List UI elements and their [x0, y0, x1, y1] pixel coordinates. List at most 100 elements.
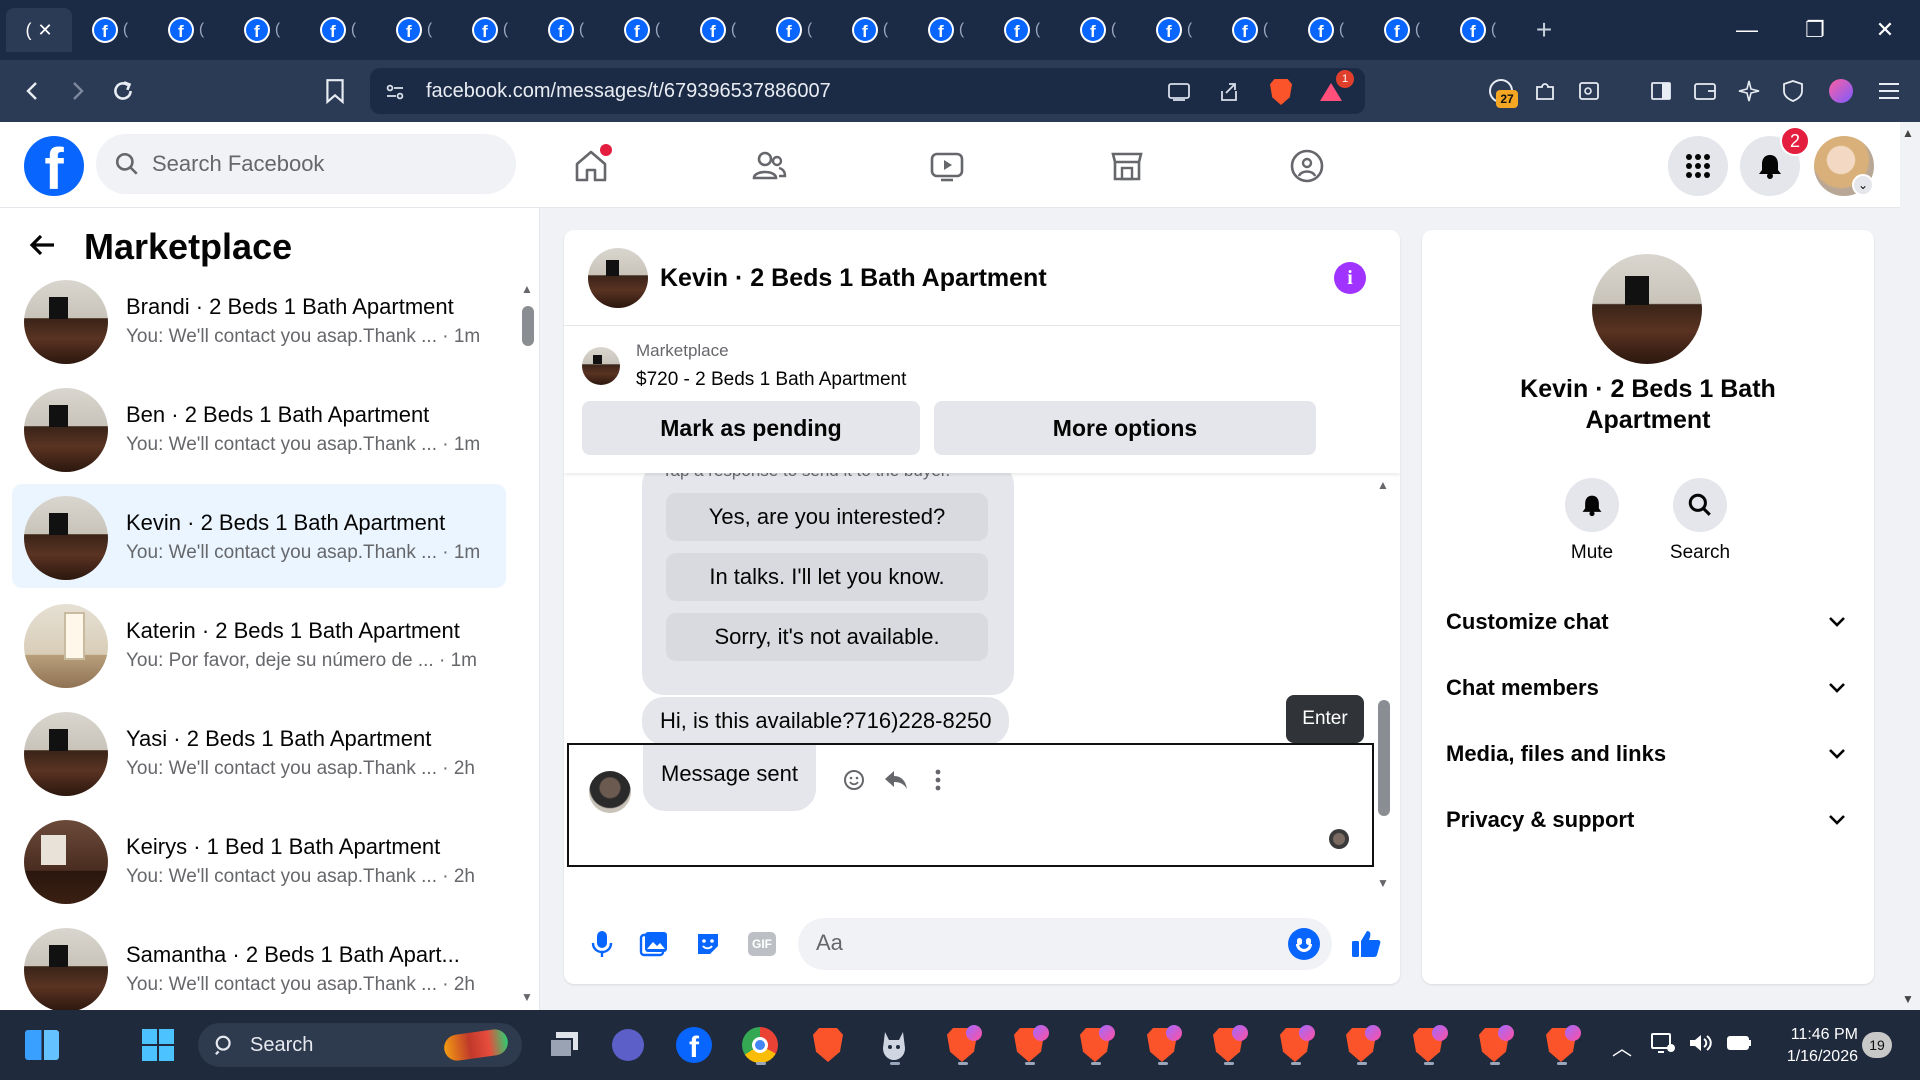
- extensions-puzzle-icon[interactable]: [1530, 76, 1560, 106]
- facebook-app-icon[interactable]: f: [672, 1023, 716, 1067]
- widgets-icon[interactable]: [20, 1023, 64, 1067]
- browser-tab[interactable]: f(: [1136, 8, 1212, 52]
- incoming-message[interactable]: Hi, is this available?716)228-8250: [642, 697, 1010, 745]
- sender-avatar[interactable]: [589, 771, 631, 813]
- conversation-item[interactable]: Katerin · 2 Beds 1 Bath Apartment You: Po…: [12, 592, 506, 696]
- friends-icon[interactable]: [714, 138, 824, 194]
- facebook-logo[interactable]: f: [24, 136, 84, 196]
- search-input[interactable]: [152, 151, 492, 177]
- quick-reply-not-available[interactable]: Sorry, it's not available.: [666, 613, 988, 661]
- cast-icon[interactable]: [1166, 79, 1192, 105]
- taskbar-search[interactable]: Search: [198, 1023, 522, 1067]
- sidebar-scrollbar[interactable]: [522, 306, 534, 346]
- chat-title[interactable]: Kevin · 2 Beds 1 Bath Apartment: [660, 264, 1047, 293]
- info-icon[interactable]: i: [1334, 262, 1366, 294]
- facebook-search[interactable]: [96, 134, 516, 194]
- show-hidden-icons-chevron[interactable]: ︿: [1612, 1032, 1632, 1061]
- listing-thumbnail[interactable]: [582, 347, 620, 385]
- url-text[interactable]: facebook.com/messages/t/679396537886007: [426, 80, 831, 103]
- video-icon[interactable]: [892, 138, 1002, 194]
- address-bar[interactable]: facebook.com/messages/t/679396537886007 …: [370, 68, 1365, 114]
- leo-ai-icon[interactable]: [1734, 76, 1764, 106]
- new-tab-button[interactable]: +: [1524, 10, 1564, 50]
- sticker-icon[interactable]: [690, 926, 726, 962]
- reader-icon[interactable]: [1574, 76, 1604, 106]
- browser-tab[interactable]: f(: [300, 8, 376, 52]
- task-view-icon[interactable]: [542, 1023, 586, 1067]
- brave-profile-window-icon[interactable]: [1206, 1023, 1250, 1067]
- scroll-down-arrow[interactable]: ▼: [521, 990, 533, 1004]
- thumbs-up-icon[interactable]: [1348, 926, 1384, 962]
- profile-icon[interactable]: [1826, 76, 1856, 106]
- brave-profile-window-icon[interactable]: [1073, 1023, 1117, 1067]
- browser-tab[interactable]: f(: [680, 8, 756, 52]
- browser-tab[interactable]: f(: [908, 8, 984, 52]
- forward-icon[interactable]: [60, 74, 94, 108]
- marketplace-icon[interactable]: [1072, 138, 1182, 194]
- mute-button[interactable]: Mute: [1552, 478, 1632, 564]
- browser-tab[interactable]: f(: [528, 8, 604, 52]
- browser-tab[interactable]: f(: [452, 8, 528, 52]
- browser-tab[interactable]: f(: [984, 8, 1060, 52]
- chat-scroll-up-arrow[interactable]: ▲: [1377, 478, 1389, 492]
- more-actions-icon[interactable]: [923, 765, 953, 795]
- browser-tab[interactable]: f(: [376, 8, 452, 52]
- brave-shields-icon[interactable]: [1268, 79, 1294, 105]
- menu-icon[interactable]: [1874, 76, 1904, 106]
- notification-center-badge[interactable]: 19: [1862, 1032, 1892, 1058]
- privacy-support-section[interactable]: Privacy & support: [1446, 800, 1856, 840]
- close-tab-icon[interactable]: ✕: [37, 20, 52, 41]
- sent-message[interactable]: Message sent: [643, 745, 816, 811]
- brave-profile-window-icon[interactable]: [1007, 1023, 1051, 1067]
- cat-app-icon[interactable]: [872, 1023, 916, 1067]
- teams-meet-icon[interactable]: [606, 1023, 650, 1067]
- conversation-item[interactable]: Yasi · 2 Beds 1 Bath Apartment You: We'll…: [12, 700, 506, 804]
- brave-profile-window-icon[interactable]: [1406, 1023, 1450, 1067]
- network-icon[interactable]: [1650, 1032, 1676, 1060]
- emoji-icon[interactable]: [1288, 928, 1320, 960]
- brave-profile-window-icon[interactable]: [940, 1023, 984, 1067]
- menu-grid-icon[interactable]: [1668, 136, 1728, 196]
- brave-profile-window-icon[interactable]: [1339, 1023, 1383, 1067]
- browser-tab[interactable]: f(: [1288, 8, 1364, 52]
- brave-profile-window-icon[interactable]: [1472, 1023, 1516, 1067]
- close-window-button[interactable]: ✕: [1852, 0, 1918, 60]
- wallet-icon[interactable]: [1690, 76, 1720, 106]
- vpn-icon[interactable]: [1778, 76, 1808, 106]
- minimize-button[interactable]: —: [1714, 0, 1780, 60]
- chevron-down-icon[interactable]: ⌄: [1852, 174, 1874, 196]
- browser-tab[interactable]: f(: [832, 8, 908, 52]
- home-icon[interactable]: [536, 138, 646, 194]
- site-settings-icon[interactable]: [382, 79, 408, 105]
- chrome-icon[interactable]: [738, 1023, 782, 1067]
- scroll-up-arrow[interactable]: ▲: [521, 282, 533, 296]
- photo-icon[interactable]: [636, 926, 672, 962]
- conversation-item[interactable]: Keirys · 1 Bed 1 Bath Apartment You: We'l…: [12, 808, 506, 912]
- battery-icon[interactable]: [1726, 1032, 1754, 1060]
- browser-tab[interactable]: f(: [72, 8, 148, 52]
- quick-reply-in-talks[interactable]: In talks. I'll let you know.: [666, 553, 988, 601]
- tab-active[interactable]: ( ✕: [6, 8, 72, 52]
- page-scroll-down-arrow[interactable]: ▼: [1902, 992, 1914, 1006]
- browser-tab[interactable]: f(: [1060, 8, 1136, 52]
- browser-tab[interactable]: f(: [756, 8, 832, 52]
- browser-tab[interactable]: f(: [1440, 8, 1516, 52]
- groups-icon[interactable]: [1252, 138, 1362, 194]
- quick-reply-yes[interactable]: Yes, are you interested?: [666, 493, 988, 541]
- microphone-icon[interactable]: [584, 926, 620, 962]
- browser-tab[interactable]: f(: [224, 8, 300, 52]
- brave-profile-window-icon[interactable]: [1273, 1023, 1317, 1067]
- browser-tab[interactable]: f(: [1212, 8, 1288, 52]
- browser-tab[interactable]: f(: [1364, 8, 1440, 52]
- media-files-links-section[interactable]: Media, files and links: [1446, 734, 1856, 774]
- gif-icon[interactable]: GIF: [744, 926, 780, 962]
- chat-scrollbar[interactable]: [1378, 700, 1390, 816]
- system-clock[interactable]: 11:46 PM 1/16/2026: [1768, 1024, 1858, 1068]
- browser-tab[interactable]: f(: [604, 8, 680, 52]
- message-input[interactable]: [798, 918, 1332, 970]
- contact-avatar[interactable]: [1592, 254, 1702, 364]
- reply-icon[interactable]: [881, 765, 911, 795]
- browser-tab[interactable]: f(: [148, 8, 224, 52]
- react-icon[interactable]: [839, 765, 869, 795]
- brave-browser-icon[interactable]: [806, 1023, 850, 1067]
